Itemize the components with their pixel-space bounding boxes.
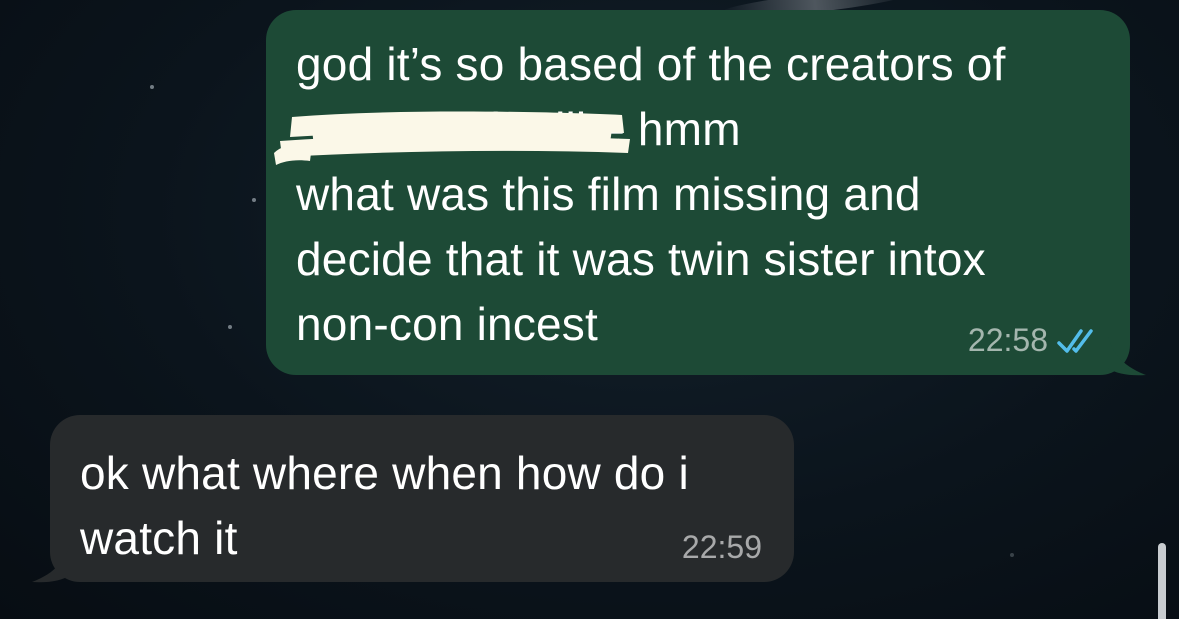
double-check-read-icon xyxy=(1057,328,1093,353)
wallpaper-star xyxy=(1010,553,1014,557)
message-meta: 22:59 xyxy=(682,529,762,566)
message-meta: 22:58 xyxy=(968,322,1100,359)
message-time: 22:59 xyxy=(681,529,762,565)
message-text: ok what where when how do i watch it xyxy=(80,447,689,564)
message-text: god it’s so based of the creators of to … xyxy=(296,38,1006,350)
incoming-message-bubble[interactable]: ok what where when how do i watch it 22:… xyxy=(50,415,794,582)
outgoing-message-bubble[interactable]: god it’s so based of the creators of to … xyxy=(266,10,1130,375)
chat-scrollbar[interactable] xyxy=(1158,543,1166,619)
wallpaper-star xyxy=(228,325,232,329)
incoming-bubble-tail xyxy=(32,543,70,583)
outgoing-bubble-tail xyxy=(1108,336,1146,376)
wallpaper-star xyxy=(150,85,154,89)
wallpaper-star xyxy=(252,198,256,202)
message-time: 22:58 xyxy=(967,322,1048,358)
